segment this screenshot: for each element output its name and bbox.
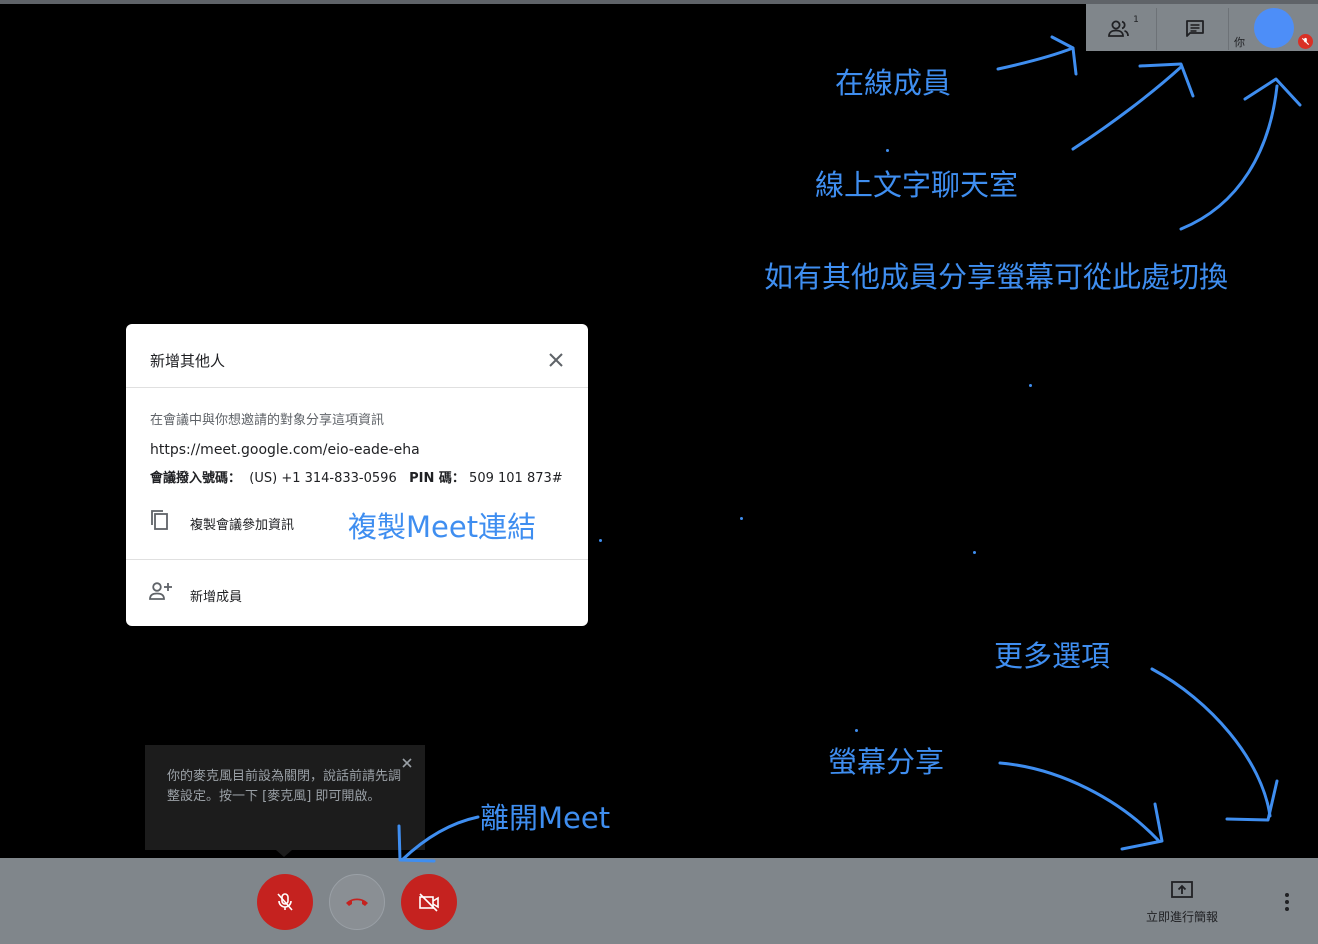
pen-dot: [599, 539, 602, 542]
dial-in-label: 會議撥入號碼：: [150, 471, 242, 486]
dialog-close-button[interactable]: [544, 348, 568, 372]
copy-joining-info-button[interactable]: 複製會議參加資訊: [148, 506, 348, 536]
annotation-online-members: 在線成員: [835, 66, 952, 100]
tooltip-arrow: [276, 850, 292, 857]
present-now-label: 立即進行簡報: [1145, 910, 1218, 924]
arrow: [1179, 84, 1279, 231]
self-label: 你: [1234, 36, 1245, 49]
pen-dot: [973, 551, 976, 554]
tooltip-close-button[interactable]: [399, 755, 415, 771]
video-off-icon: [419, 893, 439, 912]
present-screen-icon: [1171, 881, 1193, 898]
mic-off-tooltip: 你的麥克風目前設為關閉，說話前請先調整設定。按一下 [麥克風] 即可開啟。: [145, 745, 425, 857]
copy-joining-info-label: 複製會議參加資訊: [190, 518, 295, 533]
top-controls: 1 你: [1086, 4, 1318, 51]
pen-dot: [1029, 384, 1032, 387]
arrowhead: [1120, 802, 1164, 851]
add-member-label: 新增成員: [190, 590, 243, 605]
present-now-button[interactable]: 立即進行簡報: [1138, 878, 1226, 926]
divider: [126, 387, 588, 388]
close-icon: [402, 758, 412, 768]
arrow: [998, 761, 1160, 842]
leave-call-button[interactable]: [329, 874, 385, 930]
chat-icon: [1186, 20, 1204, 37]
annotation-screen-share: 螢幕分享: [828, 745, 945, 779]
hang-up-icon: [346, 898, 368, 906]
copy-icon: [151, 510, 168, 530]
tooltip-text: 你的麥克風目前設為關閉，說話前請先調整設定。按一下 [麥克風] 即可開啟。: [167, 769, 402, 804]
divider: [126, 559, 588, 560]
people-icon: [1108, 20, 1130, 37]
person-add-icon: [149, 582, 172, 600]
more-options-button[interactable]: [1276, 888, 1298, 916]
self-avatar[interactable]: [1254, 8, 1294, 48]
add-people-dialog: 新增其他人 在會議中與你想邀請的對象分享這項資訊 https://meet.go…: [126, 324, 588, 626]
mic-off-icon: [277, 893, 293, 911]
dial-in-info: 會議撥入號碼： (US) +1 314-833-0596 PIN 碼： 509 …: [150, 467, 563, 486]
microphone-button[interactable]: [257, 874, 313, 930]
annotation-copy-link: 複製Meet連結: [348, 510, 537, 544]
chat-button[interactable]: [1162, 8, 1228, 50]
arrowhead: [1050, 35, 1078, 76]
arrow: [1071, 65, 1183, 151]
arrowhead: [1225, 779, 1279, 822]
dial-in-number: (US) +1 314-833-0596: [249, 471, 397, 486]
meeting-link[interactable]: https://meet.google.com/eio-eade-eha: [150, 442, 420, 458]
dialog-title: 新增其他人: [150, 352, 226, 370]
dialog-description: 在會議中與你想邀請的對象分享這項資訊: [150, 413, 385, 428]
arrow: [1150, 667, 1272, 818]
divider: [1228, 8, 1229, 50]
annotation-leave-meet: 離開Meet: [480, 801, 611, 835]
people-button[interactable]: 1: [1090, 8, 1156, 50]
pen-dot: [855, 729, 858, 732]
pen-dot: [886, 149, 889, 152]
arrowhead: [1138, 62, 1195, 98]
muted-badge-icon: [1298, 34, 1313, 49]
annotation-switch-screen: 如有其他成員分享螢幕可從此處切換: [764, 260, 1229, 294]
arrowhead: [1243, 77, 1302, 107]
pin-label: PIN 碼：: [409, 471, 465, 486]
pin-value: 509 101 873#: [469, 471, 563, 486]
annotation-more-options: 更多選項: [994, 639, 1111, 673]
camera-button[interactable]: [401, 874, 457, 930]
close-icon: [549, 353, 563, 367]
more-vert-icon: [1285, 893, 1289, 911]
add-member-button[interactable]: 新增成員: [148, 578, 308, 608]
people-count: 1: [1133, 15, 1139, 25]
annotation-text-chat: 線上文字聊天室: [815, 168, 1019, 202]
divider: [1156, 8, 1157, 50]
arrow: [996, 46, 1075, 71]
pen-dot: [740, 517, 743, 520]
bottom-control-bar: 立即進行簡報: [0, 858, 1318, 944]
